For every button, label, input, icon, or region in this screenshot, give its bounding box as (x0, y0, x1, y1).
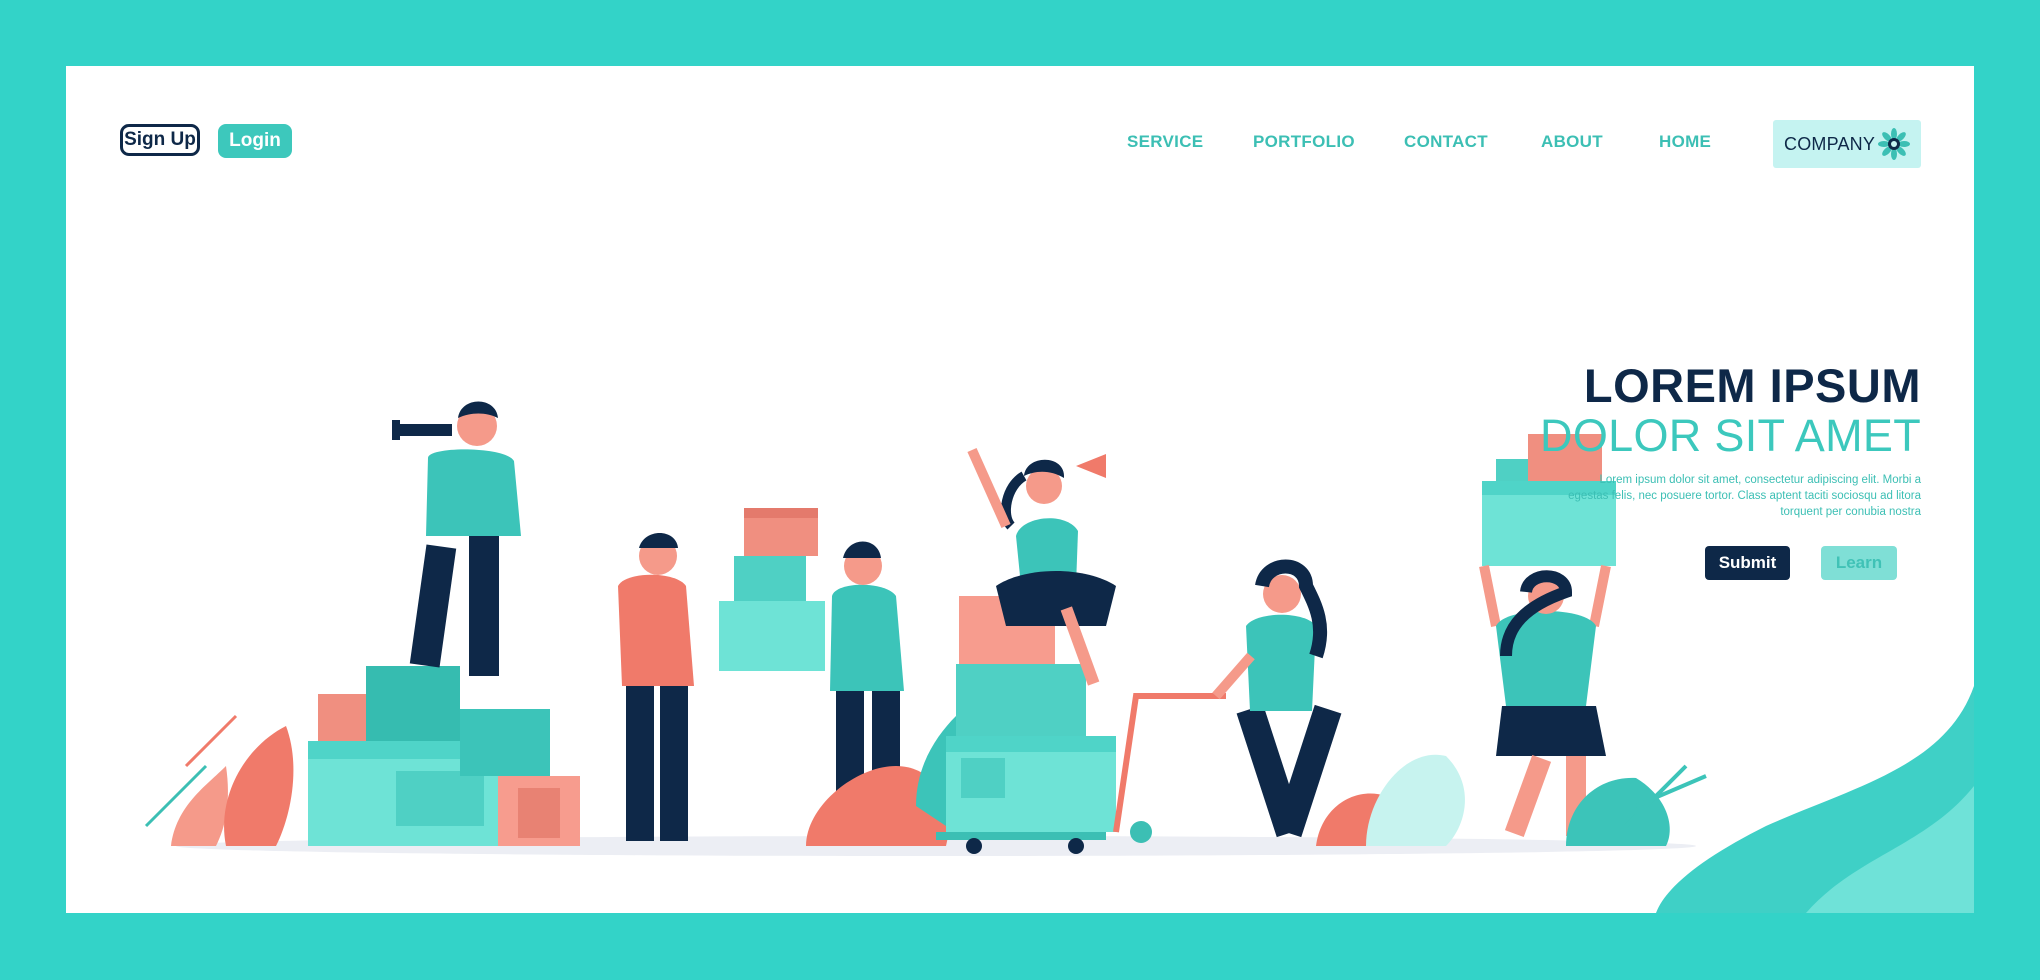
box-pile-left (308, 666, 580, 846)
box-stack-passed (719, 508, 825, 671)
plant-right (1566, 764, 1707, 846)
woman-pushing-cart (1212, 559, 1342, 838)
plant-left (144, 714, 294, 846)
hero-subtitle: DOLOR SIT AMET (1540, 410, 1921, 461)
landing-page: Sign Up Login SERVICE PORTFOLIO CONTACT … (66, 66, 1974, 913)
submit-button[interactable]: Submit (1705, 546, 1790, 580)
hero-title: LOREM IPSUM (1583, 359, 1921, 412)
learn-button[interactable]: Learn (1821, 546, 1897, 580)
hero-body-text: Lorem ipsum dolor sit amet, consectetur … (1568, 474, 1921, 518)
plant-right-center (1316, 754, 1465, 846)
man-telescope (392, 401, 521, 676)
man-coral-shirt (618, 533, 694, 841)
